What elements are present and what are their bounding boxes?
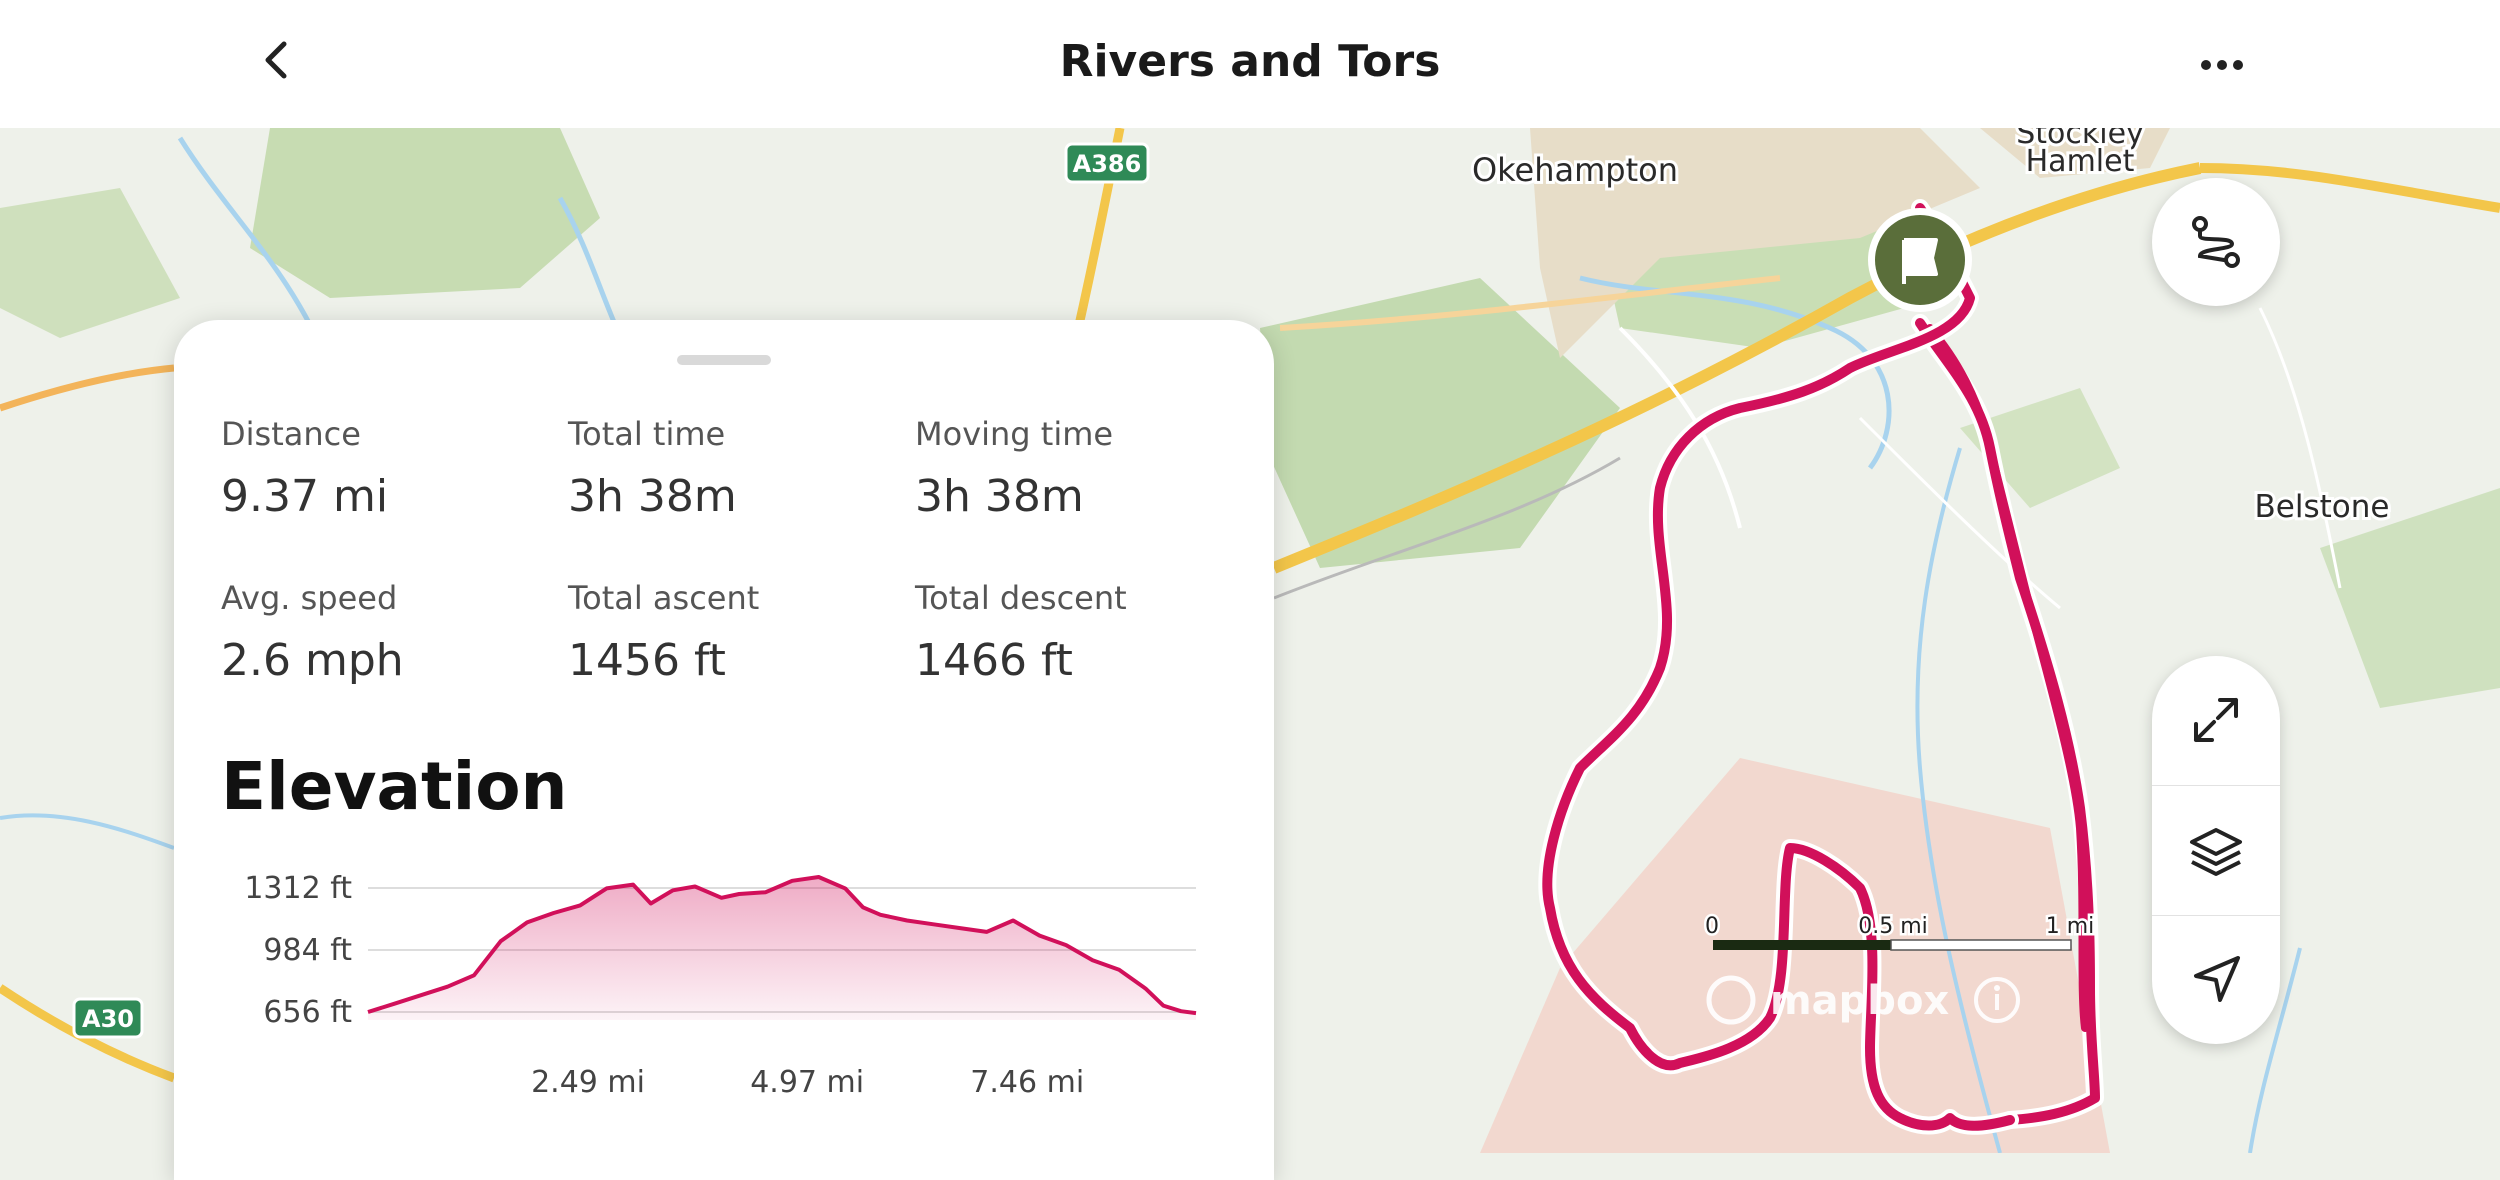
route-button[interactable] (2152, 178, 2280, 306)
stat-value: 3h 38m (568, 471, 737, 522)
stat-label: Avg. speed (221, 579, 398, 617)
place-label-okehampton: Okehampton (1472, 151, 1678, 189)
map-controls (2152, 656, 2280, 1044)
navigation-arrow-icon (2194, 956, 2240, 1002)
svg-text:0: 0 (1705, 914, 1719, 939)
road-shield-a30: A30 (72, 997, 144, 1039)
svg-text:A386: A386 (1073, 150, 1142, 178)
layers-icon (2190, 828, 2242, 876)
more-options-button[interactable] (2192, 40, 2252, 90)
place-label-belstone: Belstone (2255, 489, 2390, 525)
place-label-hamlet: Hamlet (2026, 144, 2135, 179)
x-tick-label: 2.49 mi (531, 1065, 645, 1100)
layers-button[interactable] (2152, 786, 2280, 914)
expand-icon (2194, 698, 2238, 742)
stat-label: Total time (568, 415, 726, 453)
stat-label: Distance (221, 415, 361, 453)
stat-label: Total ascent (568, 579, 760, 617)
stat-value: 1456 ft (568, 635, 726, 686)
x-tick-label: 7.46 mi (970, 1065, 1084, 1100)
page-title: Rivers and Tors (1059, 36, 1441, 87)
fullscreen-button[interactable] (2152, 656, 2280, 784)
start-marker[interactable] (1868, 208, 1972, 312)
more-horizontal-icon (2201, 60, 2243, 70)
locate-button[interactable] (2152, 916, 2280, 1044)
stat-label: Moving time (915, 415, 1114, 453)
stat-total-ascent: Total ascent 1456 ft (568, 579, 908, 686)
y-tick-label: 656 ft (263, 995, 352, 1030)
top-app-bar: Rivers and Tors (0, 0, 2500, 128)
svg-text:A30: A30 (82, 1005, 134, 1033)
stat-value: 3h 38m (915, 471, 1084, 522)
stat-avg-speed: Avg. speed 2.6 mph (221, 579, 561, 686)
y-tick-label: 1312 ft (244, 871, 352, 906)
road-shield-a386: A386 (1064, 142, 1150, 184)
sheet-drag-handle[interactable] (677, 355, 771, 365)
x-tick-label: 4.97 mi (750, 1065, 864, 1100)
stat-total-time: Total time 3h 38m (568, 415, 908, 522)
stat-value: 1466 ft (915, 635, 1073, 686)
elevation-chart[interactable]: 1312 ft 984 ft 656 ft 2.49 mi 4.97 mi 7.46 mi (174, 860, 1274, 1140)
stat-value: 9.37 mi (221, 471, 389, 522)
svg-text:1 mi: 1 mi (2046, 914, 2095, 939)
stat-label: Total descent (915, 579, 1127, 617)
y-tick-label: 984 ft (263, 933, 352, 968)
stat-distance: Distance 9.37 mi (221, 415, 561, 522)
elevation-heading: Elevation (221, 748, 568, 825)
route-details-sheet: Distance 9.37 mi Total time 3h 38m Movin… (174, 320, 1274, 1180)
stat-total-descent: Total descent 1466 ft (915, 579, 1255, 686)
route-icon (2152, 178, 2280, 306)
svg-text:mapbox: mapbox (1770, 978, 1949, 1024)
svg-text:0.5 mi: 0.5 mi (1858, 914, 1928, 939)
stat-value: 2.6 mph (221, 635, 404, 686)
stat-moving-time: Moving time 3h 38m (915, 415, 1255, 522)
